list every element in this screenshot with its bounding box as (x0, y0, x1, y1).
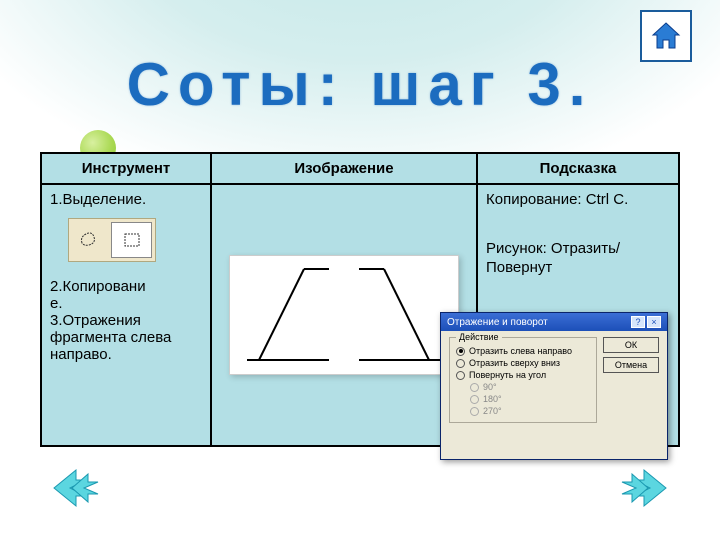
radio-angle-180: 180° (470, 394, 590, 404)
prev-button[interactable] (48, 466, 102, 510)
tool-step-2: 2.Копировани е. (50, 278, 202, 312)
header-tool: Инструмент (42, 154, 212, 183)
dialog-help-button[interactable]: ? (631, 316, 645, 328)
home-icon (648, 18, 684, 54)
freeform-select-icon (69, 219, 108, 261)
dialog-legend: Действие (456, 332, 502, 342)
table-header-row: Инструмент Изображение Подсказка (42, 154, 678, 185)
radio-rotate[interactable]: Повернуть на угол (456, 370, 590, 380)
tool-icons-panel (68, 218, 156, 262)
tool-step-1: 1.Выделение. (50, 191, 202, 208)
hint-flip: Рисунок: Отразить/Повернут (486, 240, 670, 278)
cell-image (212, 185, 478, 445)
dialog-titlebar: Отражение и поворот ? × (441, 313, 667, 331)
prev-arrow-icon (48, 466, 102, 510)
flip-rotate-dialog: Отражение и поворот ? × Действие Отразит… (440, 312, 668, 460)
dialog-ok-button[interactable]: ОК (603, 337, 659, 353)
drawing-canvas (229, 255, 459, 375)
radio-angle-90: 90° (470, 382, 590, 392)
dialog-cancel-button[interactable]: Отмена (603, 357, 659, 373)
header-hint: Подсказка (478, 154, 678, 183)
page-title: Соты: шаг 3. (0, 50, 720, 119)
dialog-title-text: Отражение и поворот (447, 317, 548, 328)
rect-select-icon (111, 222, 152, 258)
next-button[interactable] (618, 466, 672, 510)
next-arrow-icon (618, 466, 672, 510)
header-image: Изображение (212, 154, 478, 183)
cell-tool: 1.Выделение. 2.Копировани е. 3.Отражения… (42, 185, 212, 445)
radio-flip-vertical[interactable]: Отразить сверху вниз (456, 358, 590, 368)
radio-flip-horizontal[interactable]: Отразить слева направо (456, 346, 590, 356)
dialog-action-group: Действие Отразить слева направо Отразить… (449, 337, 597, 423)
radio-angle-270: 270° (470, 406, 590, 416)
hint-copy: Копирование: Ctrl C. (486, 191, 670, 210)
dialog-close-button[interactable]: × (647, 316, 661, 328)
tool-step-3: 3.Отражения фрагмента слева направо. (50, 312, 202, 363)
